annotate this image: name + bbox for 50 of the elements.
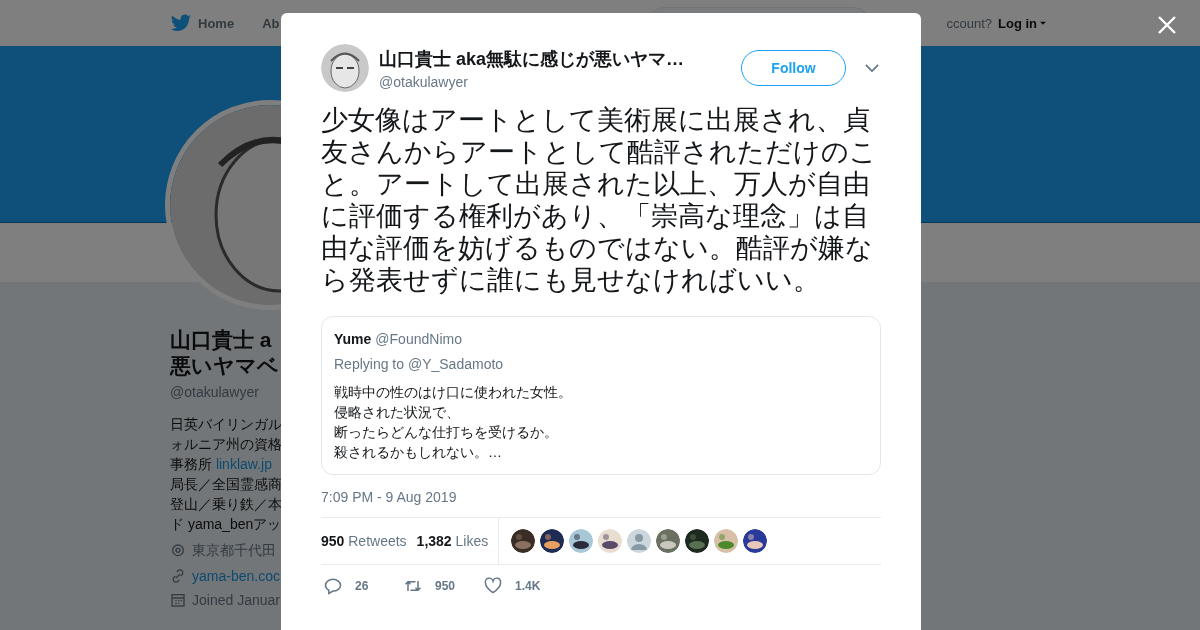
bio-text: ド yama_benアッ: [170, 515, 281, 534]
link-icon: [170, 568, 186, 584]
action-count: 1.4K: [515, 579, 541, 593]
quoted-text: 侵略された状況で、: [334, 403, 461, 422]
bio-text: 局長／全国霊感商: [170, 475, 281, 494]
stat-link[interactable]: 1,382 Likes: [416, 533, 489, 549]
bird-icon: [170, 12, 192, 34]
website-link[interactable]: yama-ben.coc: [192, 568, 280, 584]
bio-text: 登山／乗り鉄／本: [170, 495, 281, 514]
stat-link[interactable]: 950 Retweets: [321, 533, 407, 549]
bio-text: 事務所 linklaw.jp: [170, 455, 273, 474]
close-icon[interactable]: [1157, 15, 1177, 35]
user-avatar[interactable]: [569, 529, 594, 553]
calendar-icon: [170, 592, 186, 608]
user-avatar[interactable]: [511, 529, 536, 553]
quoted-author-name: Yume: [334, 331, 372, 347]
profile-name: 山口貴士 a: [170, 327, 273, 353]
tweet-text: 少女像はアートとして美術展に出展され、貞友さんからアートとして酷評されただけのこと。アートして出展された以上、万人が自由に評価する権利があり、「崇高な理念」は自由な評価を妨げるものではない。酷評が嫌なら発表せずに誰にも見せなければいい。: [321, 104, 878, 296]
chevron-down-icon[interactable]: [865, 64, 879, 72]
bio-text: 日英バイリンガル: [170, 415, 281, 434]
login-prompt: ccount?: [946, 15, 992, 31]
login-link[interactable]: Log in: [998, 15, 1048, 31]
nav-link[interactable]: Home: [198, 15, 235, 31]
author-avatar: [321, 44, 369, 92]
quoted-text: 戦時中の性のはけ口に使われた女性。: [334, 383, 573, 402]
bio-link[interactable]: linklaw.jp: [215, 456, 272, 472]
quoted-text: 断ったらどんな仕打ちを受けるか。: [334, 423, 559, 442]
follow-button[interactable]: Follow: [741, 50, 846, 86]
profile-handle: @otakulawyer: [170, 384, 260, 400]
user-avatar[interactable]: [685, 529, 710, 553]
replying-to: Replying to @Y_Sadamoto: [334, 356, 505, 372]
speech-bubble-icon[interactable]: [323, 576, 343, 596]
author-name: 山口貴士 aka無駄に感じが悪いヤマ…: [379, 47, 686, 71]
user-avatar[interactable]: [598, 529, 623, 553]
quoted-text: 殺されるかもしれない。…: [334, 443, 503, 462]
profile-detail: 東京都千代田: [192, 542, 276, 560]
nav-link[interactable]: Ab: [262, 15, 280, 31]
user-avatar[interactable]: [540, 529, 565, 553]
action-count: 950: [435, 579, 456, 593]
quoted-author-handle: @FoundNimo: [375, 331, 462, 347]
user-avatar[interactable]: [743, 529, 768, 553]
profile-detail: Joined Januar: [192, 592, 280, 608]
location-pin-icon: [170, 543, 186, 559]
timestamp: 7:09 PM - 9 Aug 2019: [321, 489, 458, 505]
heart-icon[interactable]: [483, 576, 503, 596]
action-count: 26: [355, 579, 369, 593]
quoted-tweet[interactable]: Yume @FoundNimo Replying to @Y_Sadamoto 戦時中の性のはけ口に使われた女性。 侵略された状況で、 断ったらどんな仕打ちを受けるか。 殺されるかもしれない。…: [321, 316, 881, 475]
bio-text: ォルニア州の資格: [170, 435, 281, 454]
profile-name: 悪いヤマベ: [170, 353, 280, 379]
author-handle: @otakulawyer: [379, 73, 469, 90]
